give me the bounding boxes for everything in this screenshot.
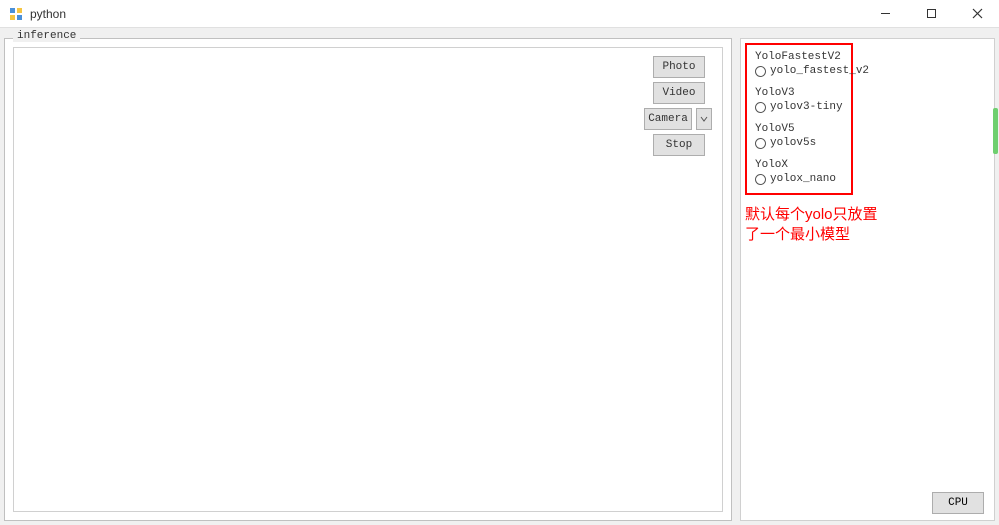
main-content: inference Photo Video Camera Stop YoloFa… — [0, 28, 999, 525]
model-group-title: YoloX — [755, 159, 843, 171]
annotation-text: 默认每个yolo只放置 了一个最小模型 — [745, 205, 990, 244]
radio-icon — [755, 174, 766, 185]
radio-yolov3-tiny[interactable]: yolov3-tiny — [755, 101, 843, 113]
radio-label: yolov5s — [770, 137, 816, 149]
model-group-title: YoloV3 — [755, 87, 843, 99]
radio-yolov5s[interactable]: yolov5s — [755, 137, 843, 149]
annotation-line: 了一个最小模型 — [745, 225, 990, 245]
window-controls — [871, 4, 991, 24]
cpu-button[interactable]: CPU — [932, 492, 984, 514]
window-titlebar: python — [0, 0, 999, 28]
model-group-title: YoloV5 — [755, 123, 843, 135]
model-group-yolofastestv2: YoloFastestV2 yolo_fastest_v2 — [755, 51, 843, 77]
model-group-yolov5: YoloV5 yolov5s — [755, 123, 843, 149]
camera-button[interactable]: Camera — [644, 108, 692, 130]
model-group-title: YoloFastestV2 — [755, 51, 843, 63]
inference-groupbox: inference Photo Video Camera Stop — [4, 38, 732, 521]
video-button[interactable]: Video — [653, 82, 705, 104]
radio-icon — [755, 66, 766, 77]
inference-canvas: Photo Video Camera Stop — [13, 47, 723, 512]
app-icon — [8, 6, 24, 22]
action-button-column: Photo Video Camera Stop — [644, 56, 714, 156]
camera-select-dropdown[interactable] — [696, 108, 712, 130]
scroll-indicator-icon — [993, 108, 998, 154]
photo-button[interactable]: Photo — [653, 56, 705, 78]
close-button[interactable] — [963, 4, 991, 24]
groupbox-label: inference — [13, 30, 80, 42]
radio-icon — [755, 138, 766, 149]
model-group-yolox: YoloX yolox_nano — [755, 159, 843, 185]
stop-button[interactable]: Stop — [653, 134, 705, 156]
model-selection-box: YoloFastestV2 yolo_fastest_v2 YoloV3 yol… — [745, 43, 853, 195]
radio-label: yolov3-tiny — [770, 101, 843, 113]
radio-label: yolo_fastest_v2 — [770, 65, 869, 77]
radio-yolox-nano[interactable]: yolox_nano — [755, 173, 843, 185]
radio-yolo-fastest-v2[interactable]: yolo_fastest_v2 — [755, 65, 843, 77]
model-group-yolov3: YoloV3 yolov3-tiny — [755, 87, 843, 113]
radio-icon — [755, 102, 766, 113]
annotation-line: 默认每个yolo只放置 — [745, 205, 990, 225]
minimize-button[interactable] — [871, 4, 899, 24]
model-panel: YoloFastestV2 yolo_fastest_v2 YoloV3 yol… — [740, 38, 995, 521]
window-title: python — [30, 7, 66, 21]
maximize-button[interactable] — [917, 4, 945, 24]
radio-label: yolox_nano — [770, 173, 836, 185]
